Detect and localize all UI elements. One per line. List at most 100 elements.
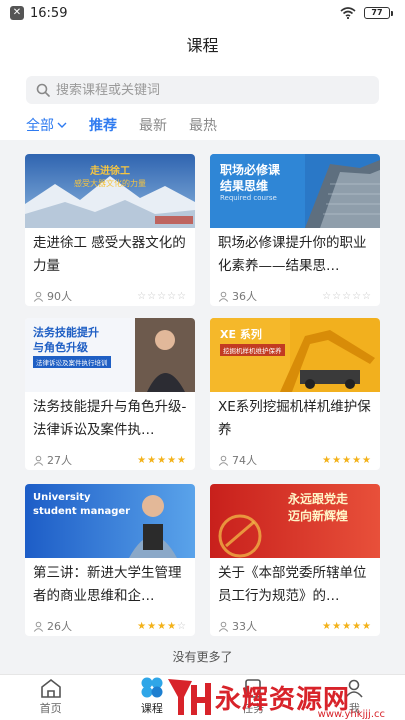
chevron-down-icon: [57, 122, 67, 128]
learner-count: 36人: [218, 288, 257, 304]
search-input[interactable]: [56, 82, 379, 98]
star-empty-icon: ☆: [167, 290, 178, 302]
site-watermark-url: www.yhkjjj.cc: [317, 709, 385, 720]
banner-text: XE 系列: [220, 328, 262, 341]
yh-logo-icon: [168, 679, 211, 715]
course-title: 法务技能提升与角色升级-法律诉讼及案件执…: [33, 399, 187, 438]
no-more-text: 没有更多了: [172, 650, 233, 664]
course-thumbnail: 法务技能提升 与角色升级 法律诉讼及案件执行培训: [25, 318, 195, 392]
star-empty-icon: ☆: [352, 290, 363, 302]
banner-caption: Required course: [220, 194, 277, 202]
star-filled-icon: ★: [167, 454, 178, 466]
battery-icon: 77: [364, 7, 393, 19]
banner-text: 永远跟党走: [288, 492, 349, 506]
star-empty-icon: ☆: [137, 290, 148, 302]
rating-stars: ★★★★★: [322, 621, 372, 632]
star-filled-icon: ★: [352, 454, 363, 466]
person-icon: [218, 621, 229, 632]
star-empty-icon: ☆: [342, 290, 353, 302]
learner-count: 74人: [218, 452, 257, 468]
star-filled-icon: ★: [147, 454, 158, 466]
star-filled-icon: ★: [137, 454, 148, 466]
banner-text: 职场必修课: [220, 163, 281, 177]
app-close-icon: ✕: [10, 6, 24, 20]
course-card[interactable]: 走进徐工 感受大器文化的力量 走进徐工 感受大器文化的力量 90人 ☆☆☆☆☆: [25, 154, 195, 306]
rating-stars: ☆☆☆☆☆: [322, 291, 372, 302]
courses-icon: [141, 677, 163, 698]
star-empty-icon: ☆: [332, 290, 343, 302]
banner-text: 走进徐工: [90, 166, 130, 177]
course-grid: 走进徐工 感受大器文化的力量 走进徐工 感受大器文化的力量 90人 ☆☆☆☆☆: [0, 140, 405, 670]
banner-caption: 法律诉讼及案件执行培训: [33, 356, 111, 368]
category-dropdown[interactable]: 全部: [26, 115, 67, 135]
filter-bar: 全部 推荐 最新 最热: [0, 110, 405, 140]
banner-caption: 挖掘机样机维护保养: [220, 344, 285, 356]
page-title: 课程: [0, 26, 405, 66]
rating-stars: ★★★★☆: [137, 621, 187, 632]
tab-recommended[interactable]: 推荐: [89, 115, 117, 135]
star-empty-icon: ☆: [362, 290, 372, 302]
star-filled-icon: ★: [362, 620, 372, 632]
learner-count: 26人: [33, 618, 72, 634]
person-icon: [218, 291, 229, 302]
rating-stars: ★★★★★: [137, 455, 187, 466]
learner-count: 90人: [33, 288, 72, 304]
person-icon: [33, 621, 44, 632]
search-box[interactable]: [26, 76, 379, 104]
banner-subtext: 与角色升级: [33, 341, 88, 354]
star-filled-icon: ★: [157, 620, 168, 632]
course-title: 关于《本部党委所辖单位员工行为规范》的…: [218, 565, 367, 604]
person-icon: [218, 455, 229, 466]
star-filled-icon: ★: [137, 620, 148, 632]
site-watermark-logo: 永辉资源网 www.yhkjjj.cc: [165, 674, 405, 720]
course-thumbnail: XE 系列 挖掘机样机维护保养: [210, 318, 380, 392]
course-card[interactable]: XE 系列 挖掘机样机维护保养 XE系列挖掘机样机维护保养 74人 ★★★★★: [210, 318, 380, 470]
star-empty-icon: ☆: [157, 290, 168, 302]
banner-text: 法务技能提升: [33, 326, 99, 339]
course-card[interactable]: 法务技能提升 与角色升级 法律诉讼及案件执行培训 法务技能提升与角色升级-法律诉…: [25, 318, 195, 470]
tab-home-label: 首页: [39, 702, 62, 715]
course-card[interactable]: University student manager 第三讲：新进大学生管理者的…: [25, 484, 195, 636]
course-thumbnail: 永远跟党走 迈向新辉煌: [210, 484, 380, 558]
course-card[interactable]: 永远跟党走 迈向新辉煌 关于《本部党委所辖单位员工行为规范》的… 33人 ★★★…: [210, 484, 380, 636]
star-filled-icon: ★: [322, 454, 333, 466]
search-area: [0, 66, 405, 110]
star-filled-icon: ★: [362, 454, 372, 466]
course-thumbnail: 走进徐工 感受大器文化的力量: [25, 154, 195, 228]
star-empty-icon: ☆: [147, 290, 158, 302]
learner-count: 27人: [33, 452, 72, 468]
course-thumbnail: University student manager: [25, 484, 195, 558]
star-filled-icon: ★: [332, 620, 343, 632]
category-dropdown-label: 全部: [26, 118, 54, 134]
person-icon: [33, 291, 44, 302]
tab-courses-label: 课程: [140, 702, 163, 715]
banner-subtext: 迈向新辉煌: [288, 509, 349, 523]
learner-count: 33人: [218, 618, 257, 634]
course-thumbnail: 职场必修课 结果思维 Required course: [210, 154, 380, 228]
star-filled-icon: ★: [342, 620, 353, 632]
star-filled-icon: ★: [147, 620, 158, 632]
star-empty-icon: ☆: [177, 620, 187, 632]
star-filled-icon: ★: [322, 620, 333, 632]
star-filled-icon: ★: [332, 454, 343, 466]
status-bar: ✕ 16:59 77: [0, 0, 405, 26]
star-empty-icon: ☆: [322, 290, 333, 302]
course-title: XE系列挖掘机样机维护保养: [218, 399, 371, 438]
banner-subtext: student manager: [33, 506, 131, 517]
star-filled-icon: ★: [352, 620, 363, 632]
battery-level: 77: [364, 7, 390, 19]
banner-subtext: 感受大器文化的力量: [74, 179, 146, 188]
search-icon: [36, 83, 50, 97]
star-filled-icon: ★: [167, 620, 178, 632]
course-title: 职场必修课提升你的职业化素养——结果思…: [218, 235, 367, 274]
star-empty-icon: ☆: [177, 290, 187, 302]
tab-latest[interactable]: 最新: [139, 115, 167, 135]
rating-stars: ☆☆☆☆☆: [137, 291, 187, 302]
course-card[interactable]: 职场必修课 结果思维 Required course 职场必修课提升你的职业化素…: [210, 154, 380, 306]
tab-hottest[interactable]: 最热: [189, 115, 217, 135]
wifi-icon: [340, 7, 356, 19]
banner-text: University: [33, 492, 91, 503]
status-time: 16:59: [30, 5, 68, 21]
tab-home[interactable]: 首页: [0, 675, 101, 720]
star-filled-icon: ★: [157, 454, 168, 466]
